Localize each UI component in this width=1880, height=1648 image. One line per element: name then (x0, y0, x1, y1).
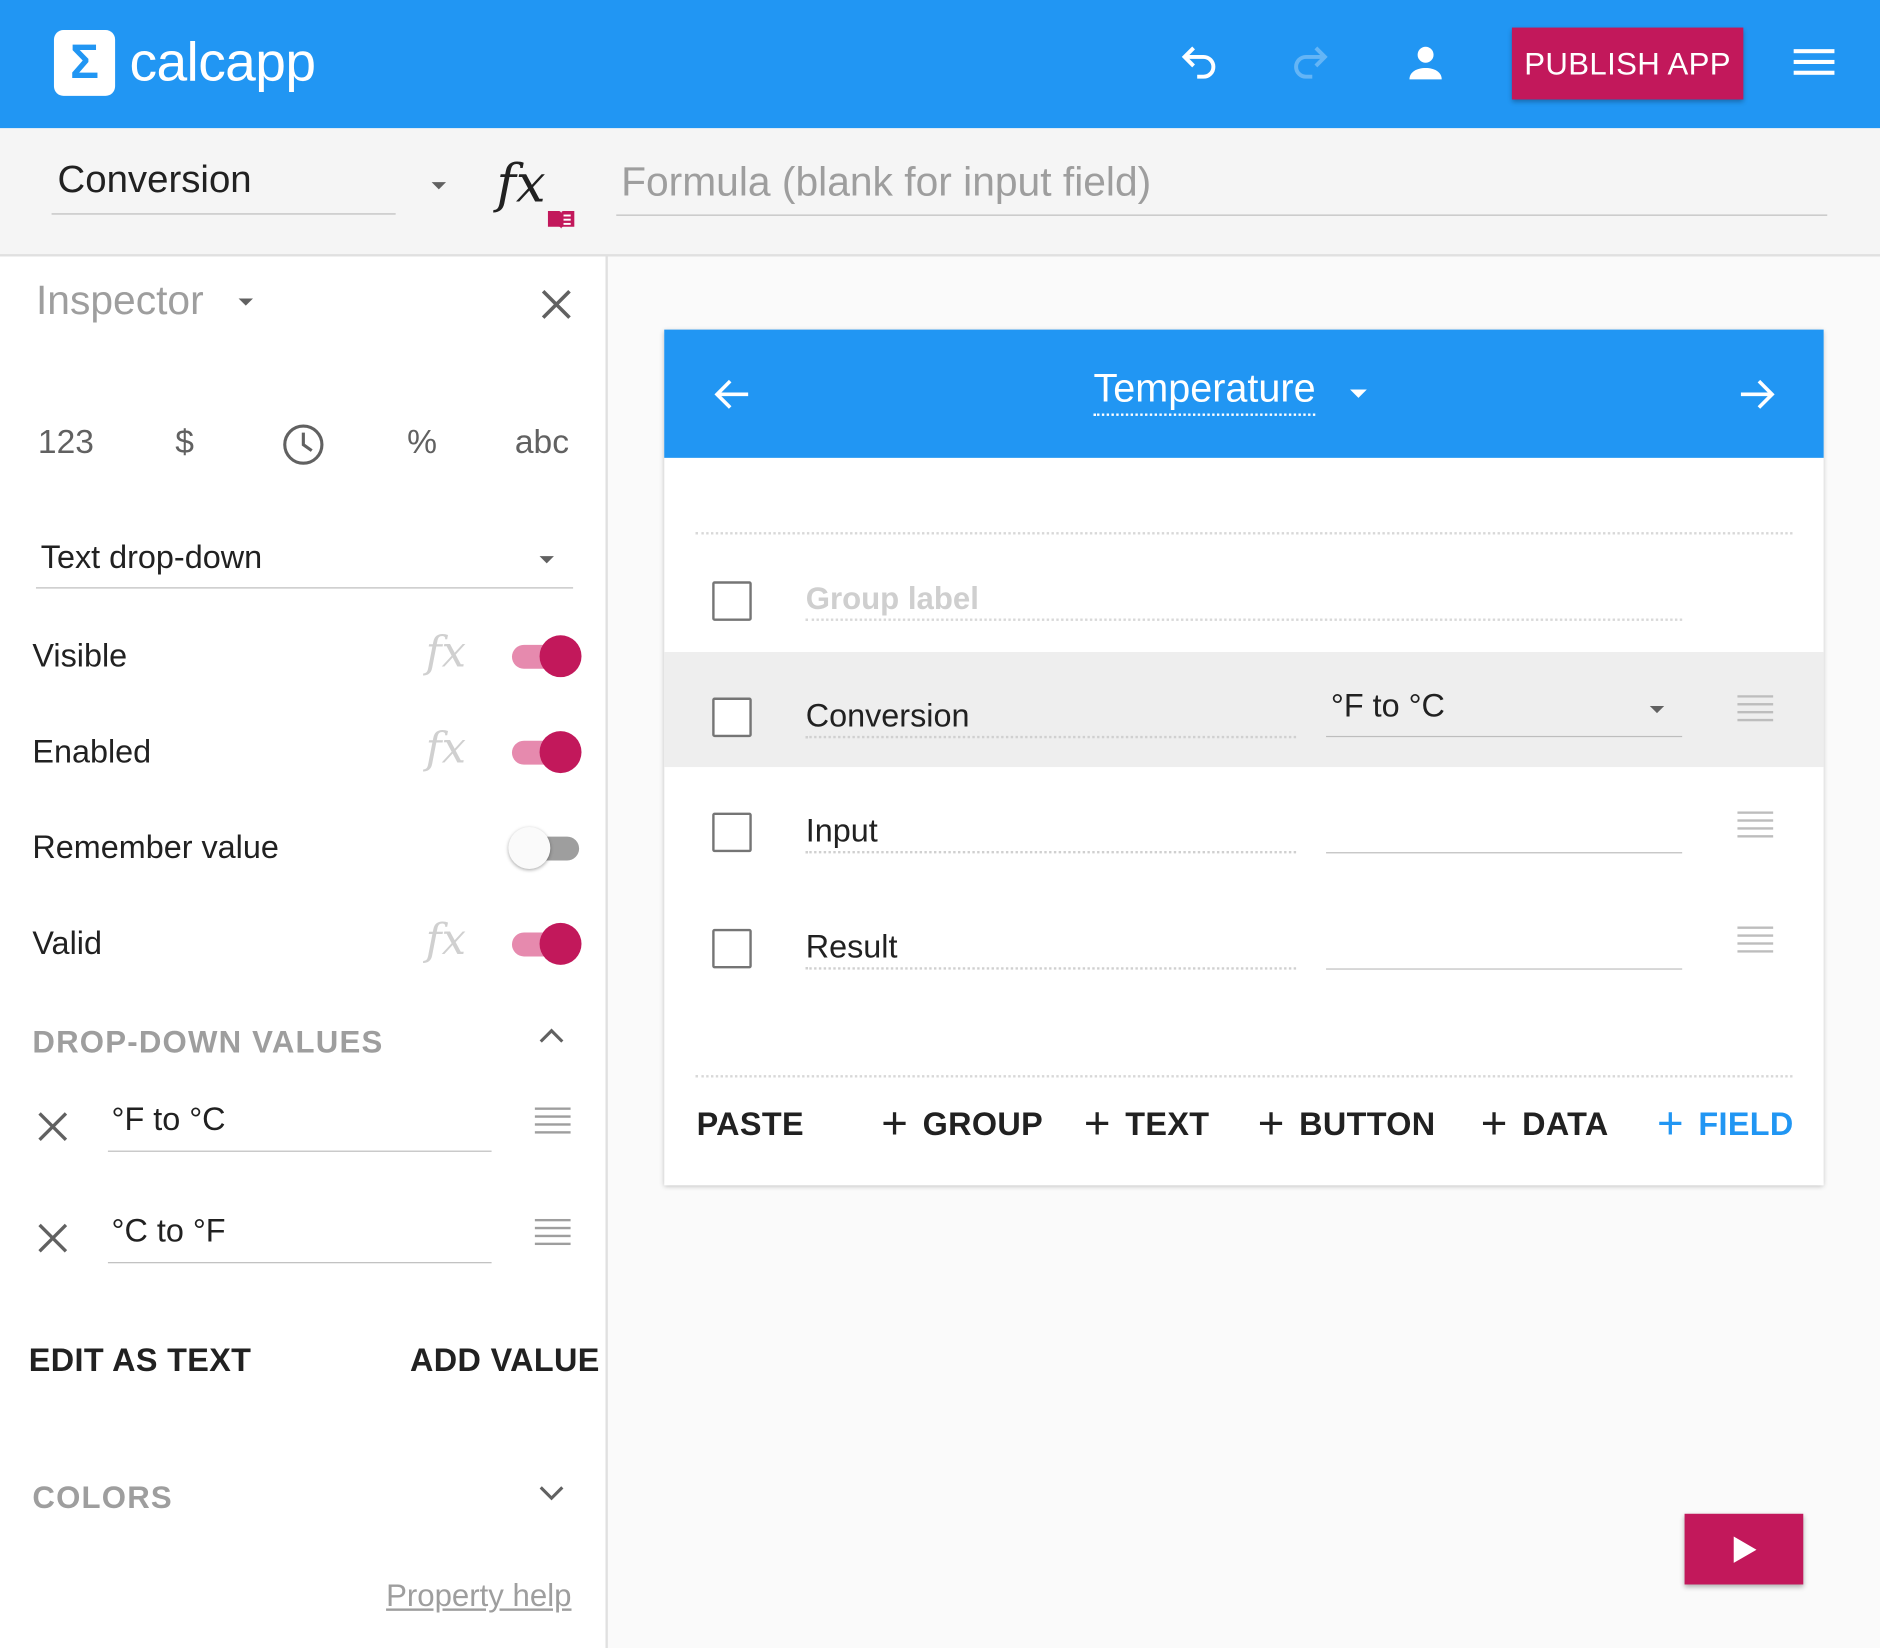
valid-toggle[interactable] (510, 922, 582, 965)
run-preview-button[interactable] (1684, 1513, 1804, 1585)
redo-icon[interactable] (1284, 36, 1337, 89)
add-field-button[interactable]: + FIELD (1657, 1101, 1794, 1147)
undo-icon[interactable] (1173, 36, 1226, 89)
type-currency-button[interactable]: $ (158, 423, 211, 461)
screen-title[interactable]: Temperature (1093, 366, 1316, 416)
inspector-dropdown-arrow-icon[interactable] (234, 291, 260, 313)
conversion-dropdown-arrow-icon[interactable] (1645, 701, 1671, 723)
next-screen-arrow-icon[interactable] (1736, 374, 1777, 415)
remove-value-2-icon[interactable] (34, 1219, 72, 1257)
drag-handle-result-icon[interactable] (1737, 926, 1774, 953)
type-text-button[interactable]: abc (504, 423, 581, 461)
chevron-down-icon[interactable] (535, 1478, 569, 1507)
type-number-button[interactable]: 123 (26, 423, 105, 461)
publish-app-button[interactable]: PUBLISH APP (1511, 27, 1744, 100)
enabled-toggle[interactable] (510, 731, 582, 774)
play-icon (1733, 1535, 1756, 1563)
group-top-divider (695, 532, 1793, 535)
field-row-input-value[interactable] (1326, 803, 1683, 854)
plus-icon: + (1257, 1099, 1285, 1150)
screen-title-dropdown-arrow-icon[interactable] (1345, 384, 1371, 406)
plus-icon: + (1656, 1099, 1684, 1150)
add-value-button[interactable]: ADD VALUE (410, 1342, 600, 1379)
remove-value-1-icon[interactable] (34, 1107, 72, 1145)
field-selector[interactable]: Conversion (51, 150, 396, 215)
chevron-up-icon[interactable] (535, 1021, 569, 1050)
remember-value-toggle[interactable] (508, 826, 580, 869)
add-group-label: GROUP (922, 1105, 1044, 1142)
field-row-conversion-checkbox[interactable] (712, 697, 752, 738)
type-percent-button[interactable]: % (398, 423, 446, 461)
app-name: calcapp (129, 29, 316, 93)
add-data-button[interactable]: + DATA (1481, 1101, 1609, 1147)
fx-icon: fx (496, 153, 546, 215)
enabled-fx-icon[interactable]: fx (426, 724, 466, 773)
visible-toggle[interactable] (510, 635, 582, 678)
field-row-conversion-value: °F to °C (1330, 687, 1445, 724)
add-button-label: BUTTON (1299, 1105, 1436, 1142)
field-row-conversion-select[interactable]: °F to °C (1326, 687, 1683, 738)
group-label-input[interactable]: Group label (805, 580, 1683, 621)
field-kind-dropdown-arrow-icon (539, 556, 554, 564)
field-row-result-value[interactable] (1326, 919, 1683, 970)
field-selector-dropdown-arrow-icon[interactable] (426, 174, 452, 196)
field-row-input-label[interactable]: Input (805, 813, 1297, 854)
plus-icon: + (1083, 1099, 1111, 1150)
dropdown-value-1[interactable]: °F to °C (107, 1101, 492, 1152)
formula-reference-button[interactable]: fx (494, 151, 578, 233)
add-text-button[interactable]: + TEXT (1084, 1101, 1210, 1147)
formula-input[interactable] (616, 149, 1828, 216)
property-help-link[interactable]: Property help (386, 1577, 571, 1614)
field-row-input-checkbox[interactable] (712, 812, 752, 853)
close-inspector-icon[interactable] (535, 283, 578, 326)
plus-icon: + (881, 1099, 909, 1150)
property-enabled-label: Enabled (32, 733, 152, 770)
group-bottom-divider (695, 1075, 1793, 1078)
field-row-conversion-label[interactable]: Conversion (805, 698, 1297, 739)
edit-as-text-button[interactable]: EDIT AS TEXT (29, 1342, 252, 1379)
book-icon (547, 210, 575, 229)
field-kind-select[interactable]: Text drop-down (35, 530, 574, 589)
drag-handle-value-1-icon[interactable] (534, 1107, 571, 1134)
plus-icon: + (1480, 1099, 1508, 1150)
inspector-title[interactable]: Inspector (36, 278, 204, 325)
dropdown-values-section-header[interactable]: DROP-DOWN VALUES (32, 1024, 383, 1061)
calcapp-logo-icon: Σ (53, 29, 116, 96)
previous-screen-arrow-icon[interactable] (712, 374, 753, 415)
add-text-label: TEXT (1125, 1105, 1210, 1142)
add-data-label: DATA (1522, 1105, 1609, 1142)
paste-button[interactable]: PASTE (697, 1106, 804, 1143)
field-selector-value: Conversion (57, 157, 252, 201)
add-button-button[interactable]: + BUTTON (1258, 1101, 1436, 1147)
add-group-button[interactable]: + GROUP (881, 1101, 1043, 1147)
field-row-result-checkbox[interactable] (712, 928, 752, 969)
menu-icon[interactable] (1786, 36, 1841, 89)
valid-fx-icon[interactable]: fx (426, 916, 466, 965)
field-row-result-label[interactable]: Result (805, 929, 1297, 970)
add-field-label: FIELD (1698, 1105, 1794, 1142)
dropdown-value-2[interactable]: °C to °F (107, 1213, 492, 1264)
drag-handle-value-2-icon[interactable] (534, 1218, 571, 1246)
visible-fx-icon[interactable]: fx (426, 628, 466, 677)
colors-section-header[interactable]: COLORS (32, 1479, 173, 1516)
account-icon[interactable] (1399, 36, 1452, 89)
property-remember-value-label: Remember value (32, 829, 279, 866)
property-visible-label: Visible (32, 637, 128, 674)
type-time-clock-icon[interactable] (281, 422, 327, 468)
field-kind-value: Text drop-down (40, 539, 263, 576)
group-checkbox[interactable] (712, 581, 752, 621)
drag-handle-input-icon[interactable] (1737, 811, 1774, 838)
property-valid-label: Valid (32, 925, 102, 962)
drag-handle-conversion-icon[interactable] (1737, 695, 1774, 722)
